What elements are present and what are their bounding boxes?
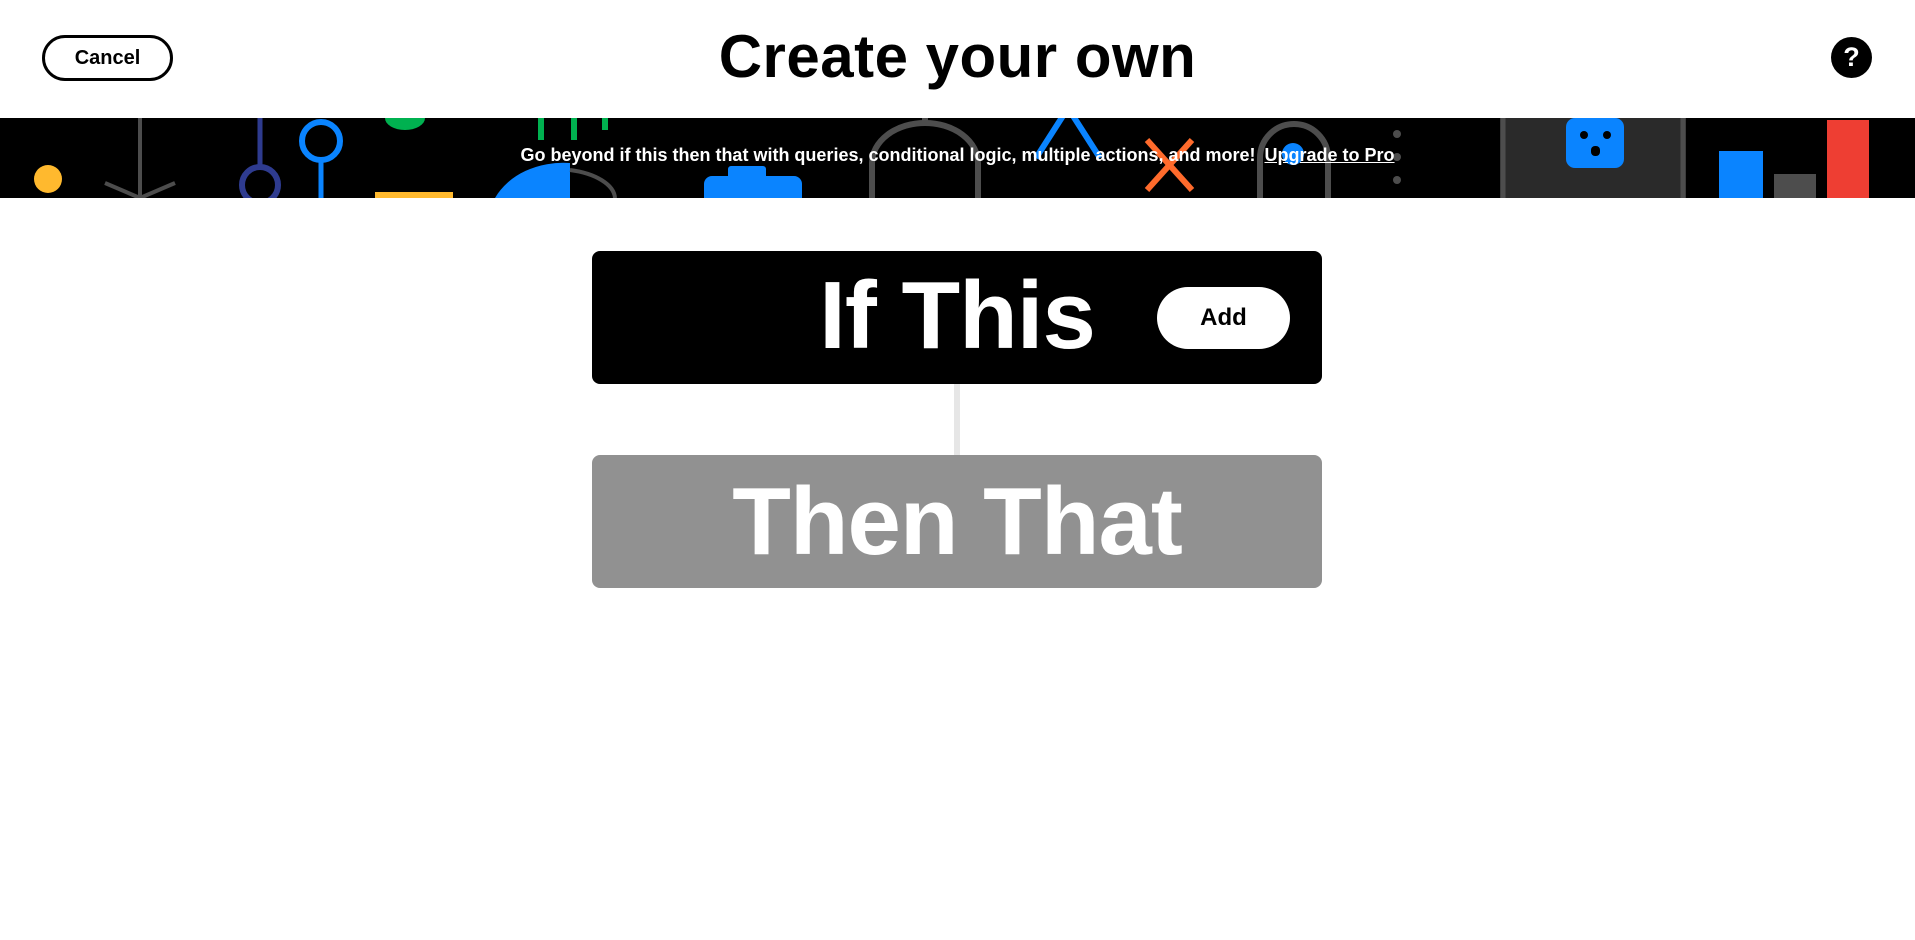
upgrade-banner: Go beyond if this then that with queries… [0, 118, 1915, 198]
then-that-card: Then That [592, 455, 1322, 588]
connector-line [954, 384, 960, 455]
add-trigger-button[interactable]: Add [1157, 287, 1290, 349]
upgrade-link[interactable]: Upgrade to Pro [1265, 145, 1395, 165]
page-title: Create your own [718, 23, 1197, 90]
help-icon[interactable]: ? [1831, 37, 1872, 78]
banner-message: Go beyond if this then that with queries… [520, 145, 1256, 165]
if-this-card[interactable]: If This Add [592, 251, 1322, 384]
banner-text: Go beyond if this then that with queries… [0, 145, 1915, 166]
top-bar: Cancel Create your own ? [0, 0, 1915, 118]
then-that-label: Then That [732, 468, 1183, 575]
